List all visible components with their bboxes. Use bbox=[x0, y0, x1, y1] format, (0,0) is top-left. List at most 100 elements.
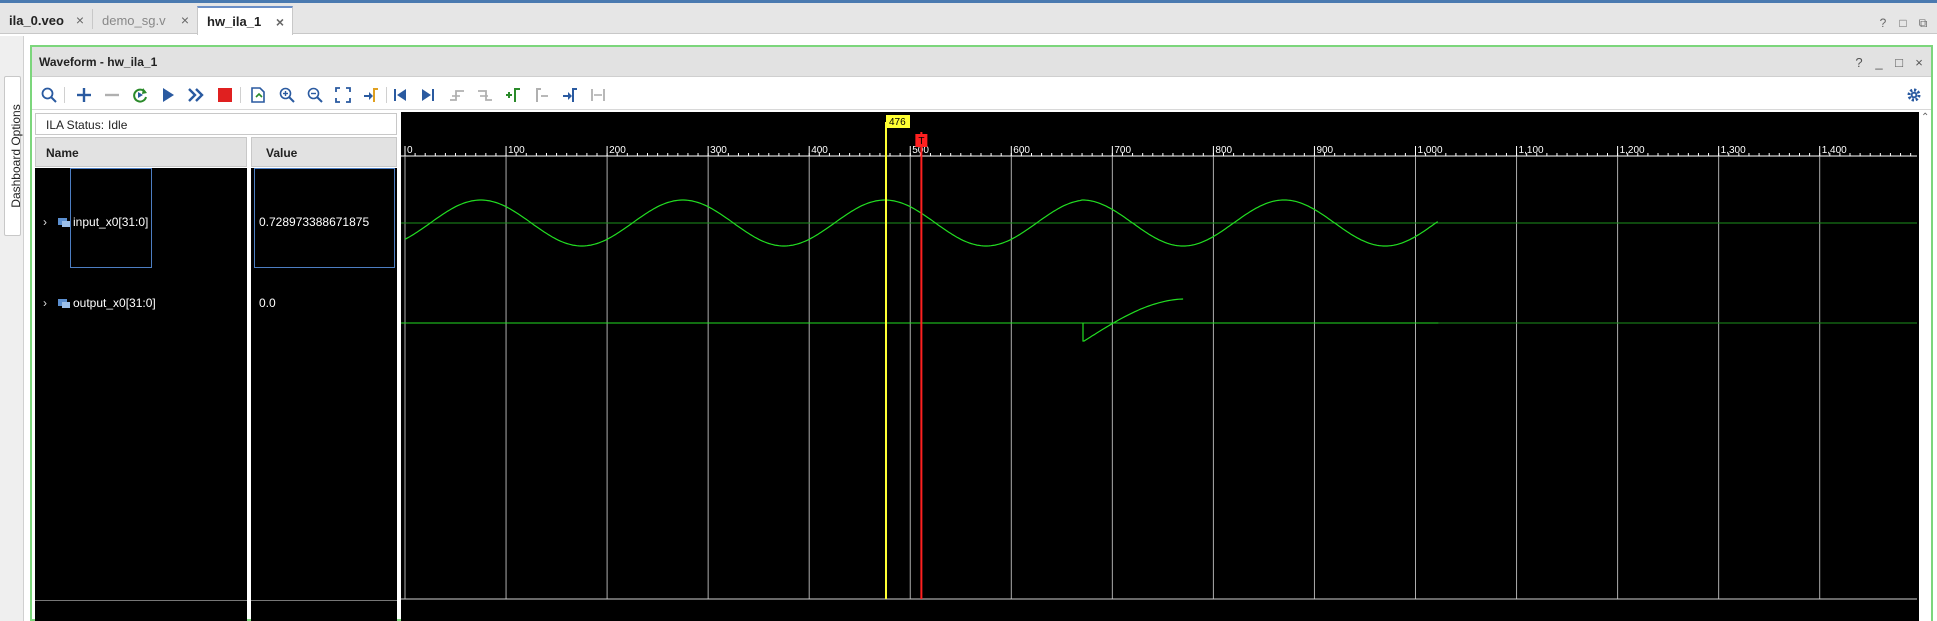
ruler-tick-label: 100 bbox=[508, 145, 525, 156]
ila-status-value: Idle bbox=[108, 118, 128, 132]
signal-name-column: › input_x0[31:0] › output_x0[31:0] bbox=[35, 168, 247, 621]
go-to-last-icon bbox=[422, 89, 434, 101]
next-marker-icon bbox=[563, 88, 577, 102]
column-bottom-line bbox=[35, 600, 247, 601]
auto-retrigger-button[interactable] bbox=[130, 85, 150, 105]
add-probe-button[interactable] bbox=[74, 85, 94, 105]
swap-cursors-icon bbox=[591, 89, 605, 101]
panel-close-icon[interactable]: × bbox=[1913, 55, 1925, 70]
panel-minimize-icon[interactable]: _ bbox=[1873, 55, 1885, 70]
tab-label: ila_0.veo bbox=[9, 12, 64, 28]
run-immediate-button[interactable] bbox=[186, 85, 206, 105]
scroll-up-icon[interactable]: ⌃ bbox=[1921, 112, 1929, 123]
run-trigger-button[interactable] bbox=[158, 85, 178, 105]
signal-name: output_x0[31:0] bbox=[73, 296, 156, 310]
panel-help-icon[interactable]: ? bbox=[1853, 55, 1865, 70]
ruler-tick-label: 1,400 bbox=[1822, 145, 1847, 156]
tab-label: demo_sg.v bbox=[102, 12, 166, 28]
stop-button[interactable] bbox=[215, 85, 235, 105]
tab-demo-sg-v[interactable]: demo_sg.v × bbox=[93, 6, 197, 34]
help-icon[interactable]: ? bbox=[1877, 16, 1889, 31]
previous-transition-icon bbox=[450, 90, 464, 101]
waveform-canvas[interactable]: 01002003004005006007008009001,0001,1001,… bbox=[401, 112, 1931, 621]
ruler-tick-label: 400 bbox=[811, 145, 828, 156]
run-immediate-icon bbox=[188, 88, 204, 102]
ruler-tick-label: 800 bbox=[1215, 145, 1232, 156]
value-column-header[interactable]: Value bbox=[251, 137, 397, 167]
toolbar-divider bbox=[240, 87, 241, 103]
ruler-tick-label: 700 bbox=[1114, 145, 1131, 156]
zoom-out-button[interactable] bbox=[305, 85, 325, 105]
run-trigger-icon bbox=[163, 88, 174, 102]
ruler-tick-label: 200 bbox=[609, 145, 626, 156]
maximize-icon[interactable]: □ bbox=[1897, 16, 1909, 31]
panel-title: Waveform - hw_ila_1 bbox=[39, 55, 158, 69]
tab-hw-ila-1[interactable]: hw_ila_1 × bbox=[197, 6, 293, 35]
signal-value-output-x0: 0.0 bbox=[259, 296, 276, 310]
search-button[interactable] bbox=[39, 85, 59, 105]
next-transition-icon bbox=[478, 90, 492, 101]
bus-signal-icon bbox=[58, 218, 70, 227]
ruler-tick-label: 900 bbox=[1316, 145, 1333, 156]
previous-transition-button[interactable] bbox=[447, 85, 467, 105]
ruler-tick-label: 600 bbox=[1013, 145, 1030, 156]
settings-gear-icon bbox=[1907, 88, 1921, 102]
add-marker-button[interactable] bbox=[503, 85, 523, 105]
toolbar-divider bbox=[64, 87, 65, 103]
previous-marker-button[interactable] bbox=[532, 85, 552, 105]
zoom-fit-button[interactable] bbox=[333, 85, 353, 105]
panel-maximize-icon[interactable]: □ bbox=[1893, 55, 1905, 70]
zoom-in-button[interactable] bbox=[277, 85, 297, 105]
waveform-svg[interactable]: 01002003004005006007008009001,0001,1001,… bbox=[401, 112, 1931, 621]
close-icon[interactable]: × bbox=[76, 12, 84, 28]
close-icon[interactable]: × bbox=[181, 12, 189, 28]
signal-name: input_x0[31:0] bbox=[73, 215, 149, 229]
editor-tab-bar: ila_0.veo × demo_sg.v × hw_ila_1 × ? □ ⧉ bbox=[0, 3, 1937, 35]
output-x0-waveform bbox=[1082, 298, 1184, 342]
go-to-cursor-icon bbox=[364, 88, 378, 102]
export-icon bbox=[251, 87, 265, 103]
waveform-toolbar bbox=[32, 78, 1931, 110]
trigger-label: T bbox=[918, 136, 924, 147]
signal-value-input-x0: 0.728973388671875 bbox=[259, 215, 370, 229]
remove-probe-button[interactable] bbox=[102, 85, 122, 105]
go-to-first-button[interactable] bbox=[390, 85, 410, 105]
signal-row-output-x0[interactable]: › output_x0[31:0] bbox=[35, 293, 247, 313]
restore-icon[interactable]: ⧉ bbox=[1917, 16, 1929, 31]
toolbar-divider bbox=[386, 87, 387, 103]
zoom-fit-icon bbox=[335, 87, 351, 103]
remove-icon bbox=[105, 93, 119, 97]
ruler-tick-label: 1,300 bbox=[1721, 145, 1746, 156]
window-controls: ? □ ⧉ bbox=[1877, 16, 1929, 31]
signal-row-input-x0[interactable]: › input_x0[31:0] bbox=[35, 212, 247, 232]
tab-ila-0-veo[interactable]: ila_0.veo × bbox=[0, 6, 92, 34]
ila-status-field: ILA Status: Idle bbox=[35, 113, 397, 135]
tab-label: hw_ila_1 bbox=[207, 14, 262, 29]
column-bottom-line bbox=[251, 600, 397, 601]
signal-value-column: 0.728973388671875 0.0 bbox=[251, 168, 397, 621]
dashboard-options-tab[interactable]: Dashboard Options bbox=[4, 76, 23, 236]
name-column-header[interactable]: Name bbox=[35, 137, 247, 167]
vertical-scrollbar[interactable]: ⌃ bbox=[1919, 112, 1931, 621]
export-button[interactable] bbox=[248, 85, 268, 105]
dashboard-options-label: Dashboard Options bbox=[9, 104, 23, 208]
ila-status-label: ILA Status: bbox=[46, 118, 105, 132]
next-transition-button[interactable] bbox=[475, 85, 495, 105]
settings-button[interactable] bbox=[1904, 85, 1924, 105]
go-to-cursor-button[interactable] bbox=[361, 85, 381, 105]
swap-cursors-button[interactable] bbox=[588, 85, 608, 105]
expand-chevron-icon[interactable]: › bbox=[43, 296, 53, 310]
ruler-tick-label: 0 bbox=[407, 145, 413, 156]
stop-icon bbox=[218, 88, 232, 102]
expand-chevron-icon[interactable]: › bbox=[43, 215, 53, 229]
panel-header: Waveform - hw_ila_1 ? _ □ × bbox=[32, 47, 1931, 77]
cursor-label: 476 bbox=[889, 117, 906, 128]
close-icon[interactable]: × bbox=[276, 14, 284, 30]
add-marker-icon bbox=[506, 88, 520, 102]
ruler-tick-label: 1,000 bbox=[1418, 145, 1443, 156]
next-marker-button[interactable] bbox=[560, 85, 580, 105]
refresh-run-icon bbox=[133, 88, 147, 103]
bus-signal-icon bbox=[58, 299, 70, 308]
waveform-panel: Waveform - hw_ila_1 ? _ □ × ILA Status: … bbox=[30, 45, 1933, 621]
go-to-last-button[interactable] bbox=[418, 85, 438, 105]
